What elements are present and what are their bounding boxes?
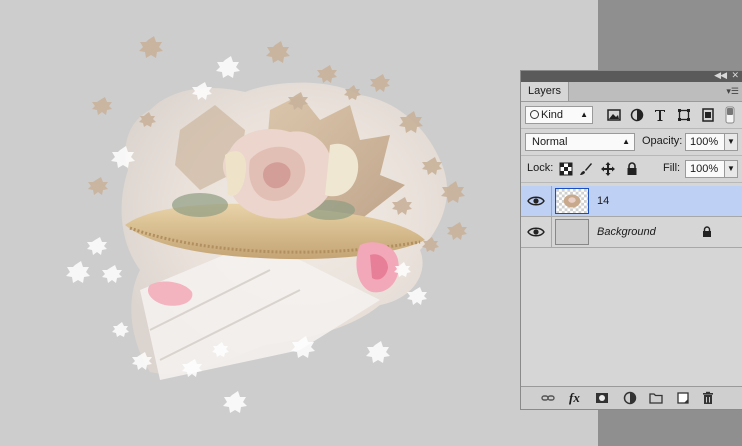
lock-label: Lock: [527, 162, 554, 174]
opacity-input[interactable]: 100% [685, 133, 725, 151]
lock-all-icon[interactable] [625, 162, 639, 176]
layer-name[interactable]: Background [597, 226, 656, 238]
filter-toggle-icon[interactable] [725, 106, 735, 124]
mask-icon[interactable] [595, 391, 609, 405]
artwork-image [66, 36, 467, 413]
blend-mode-value: Normal [532, 136, 568, 148]
blend-row: Normal ▲ Opacity: 100% ▼ [521, 129, 742, 156]
fx-icon[interactable]: fx [569, 390, 580, 406]
layer-name[interactable]: 14 [597, 195, 609, 207]
panel-tab-bar: Layers ▾☰ [521, 82, 742, 102]
opacity-dropdown-arrow-icon[interactable]: ▼ [724, 133, 738, 151]
opacity-label: Opacity: [642, 135, 683, 147]
lock-icon [703, 226, 711, 237]
fill-label: Fill: [663, 162, 681, 174]
adjustment-icon[interactable] [623, 391, 637, 405]
blend-mode-select[interactable]: Normal ▲ [525, 133, 635, 151]
tab-layers[interactable]: Layers [521, 82, 570, 101]
document-canvas[interactable] [0, 0, 598, 446]
filter-kind-label: Kind [541, 109, 564, 121]
panel-bottom-bar: fx [521, 386, 742, 409]
panel-menu-icon[interactable]: ▾☰ [726, 84, 739, 98]
close-icon[interactable]: ✕ [731, 70, 739, 81]
smart-object-filter-icon[interactable] [701, 108, 715, 122]
link-icon[interactable] [541, 391, 555, 405]
updown-arrow-icon: ▲ [580, 110, 588, 119]
lock-position-icon[interactable] [601, 162, 615, 176]
layer-thumbnail[interactable] [555, 219, 589, 245]
layer-thumbnail[interactable] [555, 188, 589, 214]
folder-icon[interactable] [649, 391, 663, 405]
pixel-layer-filter-icon[interactable] [607, 108, 621, 122]
trash-icon[interactable] [701, 391, 715, 405]
double-left-arrow-icon[interactable]: ◀◀ [714, 70, 727, 81]
lock-row: Lock: Fill: 100% ▼ [521, 156, 742, 183]
layer-separator [551, 186, 552, 217]
layer-separator [551, 217, 552, 248]
fill-input[interactable]: 100% [685, 160, 725, 178]
new-layer-icon[interactable] [676, 391, 690, 405]
filter-kind-select[interactable]: Kind ▲ [525, 106, 593, 124]
layers-panel: ◀◀ ✕ Layers ▾☰ Kind ▲ Normal ▲ Opacity: … [520, 70, 742, 410]
eye-icon[interactable] [527, 226, 545, 238]
updown-arrow-icon: ▲ [622, 137, 630, 146]
panel-title-bar[interactable]: ◀◀ ✕ [521, 70, 742, 82]
search-icon [530, 110, 539, 119]
type-filter-icon[interactable] [653, 108, 667, 122]
lock-image-pixels-icon[interactable] [579, 162, 593, 176]
eye-icon[interactable] [527, 195, 545, 207]
adjustment-filter-icon[interactable] [630, 108, 644, 122]
fill-dropdown-arrow-icon[interactable]: ▼ [724, 160, 738, 178]
layer-row-background[interactable]: Background [521, 217, 742, 248]
filter-row: Kind ▲ [521, 102, 742, 129]
lock-transparent-pixels-icon[interactable] [559, 162, 573, 176]
shape-filter-icon[interactable] [677, 108, 691, 122]
layer-row-14[interactable]: 14 [521, 186, 742, 217]
